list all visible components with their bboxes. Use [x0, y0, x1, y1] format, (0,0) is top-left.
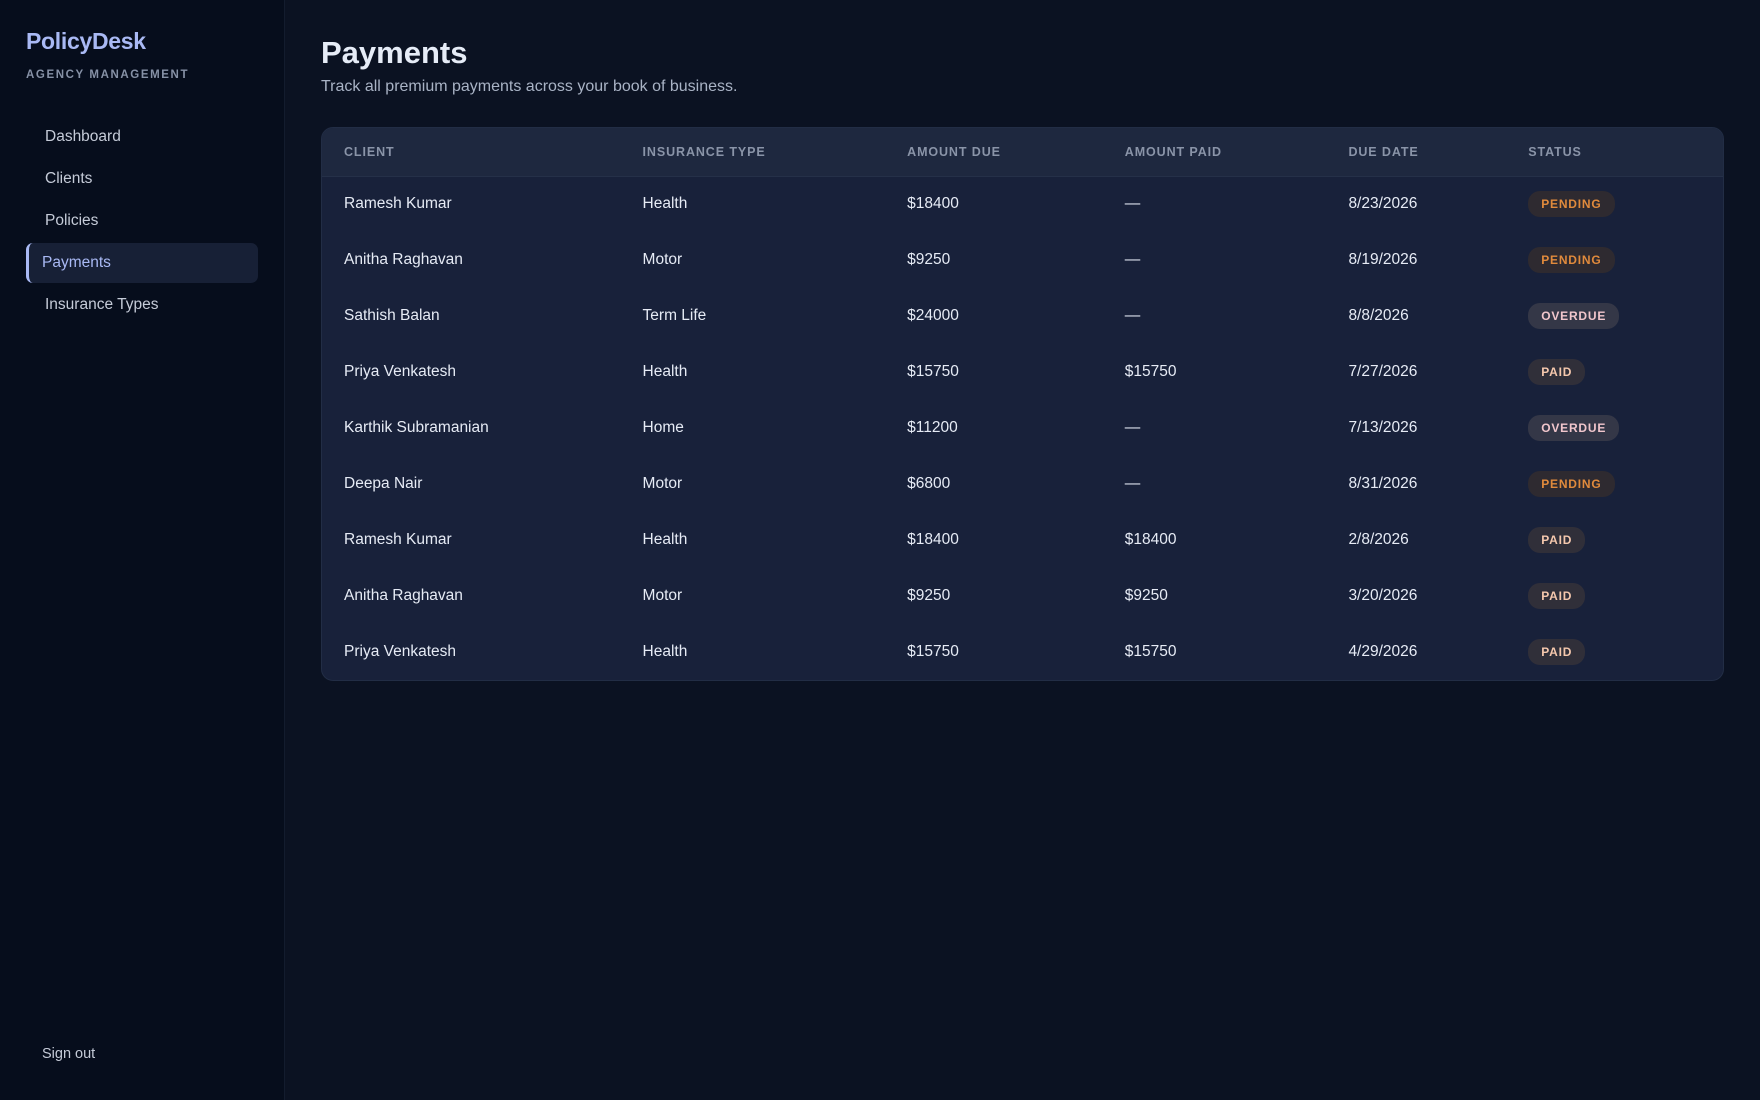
cell-due-date: 3/20/2026 [1348, 587, 1418, 604]
cell-amount-due: $18400 [907, 531, 959, 548]
cell-status: OVERDUE [1506, 288, 1723, 344]
cell-due-date: 2/8/2026 [1348, 531, 1409, 548]
status-badge: PAID [1528, 639, 1586, 665]
cell-client: Karthik Subramanian [344, 419, 489, 436]
cell-amount-due: $9250 [907, 251, 951, 268]
payments-table: CLIENT INSURANCE TYPE AMOUNT DUE AMOUNT … [322, 128, 1723, 680]
table-row[interactable]: Priya Venkatesh Health $15750 $15750 4/2… [322, 624, 1723, 680]
status-badge: PENDING [1528, 471, 1615, 497]
brand-subtitle: AGENCY MANAGEMENT [26, 69, 190, 81]
column-header-status: STATUS [1506, 128, 1723, 177]
table-header-row: CLIENT INSURANCE TYPE AMOUNT DUE AMOUNT … [322, 128, 1723, 177]
cell-amount-due: $24000 [907, 307, 959, 324]
sidebar-item-dashboard[interactable]: Dashboard [26, 117, 258, 157]
cell-status: PENDING [1506, 232, 1723, 288]
cell-client: Anitha Raghavan [344, 587, 463, 604]
cell-amount-paid: $18400 [1124, 531, 1177, 548]
sidebar-nav: Dashboard Clients Policies Payments Insu… [26, 117, 258, 325]
cell-status: PAID [1506, 344, 1723, 400]
cell-amount-due: $15750 [907, 363, 959, 380]
column-header-amount-paid: AMOUNT PAID [1102, 128, 1327, 177]
cell-insurance-type: Motor [642, 251, 683, 268]
cell-insurance-type: Health [642, 195, 688, 213]
cell-client: Deepa Nair [344, 475, 423, 492]
table-row[interactable]: Karthik Subramanian Home $11200 — 7/13/2… [322, 400, 1723, 456]
app-root: PolicyDesk AGENCY MANAGEMENT Dashboard C… [0, 0, 1760, 1100]
cell-status: OVERDUE [1506, 400, 1723, 456]
table-row[interactable]: Ramesh Kumar Health $18400 — 8/23/2026 P… [322, 176, 1723, 232]
cell-status: PAID [1506, 624, 1723, 680]
cell-amount-due: $6800 [907, 475, 951, 492]
main-content: Payments Track all premium payments acro… [285, 0, 1760, 1100]
brand-logo[interactable]: PolicyDesk [26, 28, 258, 54]
cell-amount-due: $15750 [907, 643, 959, 660]
cell-due-date: 7/27/2026 [1348, 363, 1418, 380]
cell-amount-due: $11200 [907, 419, 958, 436]
cell-amount-paid: — [1124, 419, 1141, 436]
status-badge: PAID [1528, 583, 1586, 609]
cell-due-date: 8/8/2026 [1348, 307, 1409, 324]
cell-client: Ramesh Kumar [344, 531, 452, 548]
cell-amount-paid: — [1124, 307, 1141, 324]
cell-insurance-type: Health [642, 531, 688, 548]
cell-due-date: 8/23/2026 [1348, 195, 1418, 213]
table-row[interactable]: Anitha Raghavan Motor $9250 $9250 3/20/2… [322, 568, 1723, 624]
sidebar-item-insurance-types[interactable]: Insurance Types [26, 285, 258, 325]
table-row[interactable]: Priya Venkatesh Health $15750 $15750 7/2… [322, 344, 1723, 400]
cell-amount-paid: — [1124, 475, 1141, 492]
cell-insurance-type: Motor [642, 587, 683, 604]
table-row[interactable]: Sathish Balan Term Life $24000 — 8/8/202… [322, 288, 1723, 344]
column-header-insurance-type: INSURANCE TYPE [620, 128, 886, 177]
cell-insurance-type: Health [642, 643, 688, 660]
cell-status: PENDING [1506, 456, 1723, 512]
cell-client: Anitha Raghavan [344, 251, 463, 268]
cell-amount-due: $18400 [907, 195, 959, 213]
sidebar-item-payments[interactable]: Payments [26, 243, 258, 283]
status-badge: PAID [1528, 527, 1586, 553]
sidebar-item-policies[interactable]: Policies [26, 201, 258, 241]
cell-client: Priya Venkatesh [344, 643, 457, 660]
cell-amount-paid: $15750 [1124, 363, 1177, 380]
cell-client: Ramesh Kumar [344, 195, 452, 213]
column-header-amount-due: AMOUNT DUE [885, 128, 1103, 177]
table-row[interactable]: Deepa Nair Motor $6800 — 8/31/2026 PENDI… [322, 456, 1723, 512]
status-badge: PENDING [1528, 191, 1615, 218]
payments-table-card: CLIENT INSURANCE TYPE AMOUNT DUE AMOUNT … [321, 127, 1724, 681]
cell-due-date: 7/13/2026 [1348, 419, 1418, 436]
table-row[interactable]: Anitha Raghavan Motor $9250 — 8/19/2026 … [322, 232, 1723, 288]
cell-amount-paid: — [1124, 251, 1141, 268]
cell-insurance-type: Home [642, 419, 684, 436]
cell-due-date: 4/29/2026 [1348, 643, 1418, 660]
table-row[interactable]: Ramesh Kumar Health $18400 $18400 2/8/20… [322, 512, 1723, 568]
sign-out-link[interactable]: Sign out [42, 1046, 95, 1062]
sidebar-item-clients[interactable]: Clients [26, 159, 258, 199]
cell-status: PAID [1506, 512, 1723, 568]
status-badge: PENDING [1528, 247, 1615, 273]
status-badge: PAID [1528, 359, 1586, 385]
cell-amount-paid: $9250 [1124, 587, 1168, 604]
page-subtitle: Track all premium payments across your b… [321, 78, 738, 95]
cell-amount-paid: $15750 [1124, 643, 1177, 660]
cell-status: PAID [1506, 568, 1723, 624]
cell-amount-paid: — [1124, 195, 1141, 213]
column-header-due-date: DUE DATE [1326, 128, 1507, 177]
cell-client: Sathish Balan [344, 307, 440, 324]
cell-status: PENDING [1506, 176, 1723, 232]
cell-due-date: 8/19/2026 [1348, 251, 1418, 268]
cell-insurance-type: Motor [642, 475, 683, 492]
cell-insurance-type: Health [642, 363, 688, 380]
cell-amount-due: $9250 [907, 587, 951, 604]
status-badge: OVERDUE [1528, 415, 1620, 441]
page-title: Payments [321, 35, 468, 70]
cell-insurance-type: Term Life [642, 307, 707, 324]
sidebar: PolicyDesk AGENCY MANAGEMENT Dashboard C… [0, 0, 285, 1100]
cell-due-date: 8/31/2026 [1348, 475, 1418, 492]
table-header: CLIENT INSURANCE TYPE AMOUNT DUE AMOUNT … [322, 128, 1723, 177]
table-body: Ramesh Kumar Health $18400 — 8/23/2026 P… [322, 176, 1723, 680]
column-header-client: CLIENT [322, 128, 621, 177]
cell-client: Priya Venkatesh [344, 363, 457, 380]
status-badge: OVERDUE [1528, 303, 1620, 329]
